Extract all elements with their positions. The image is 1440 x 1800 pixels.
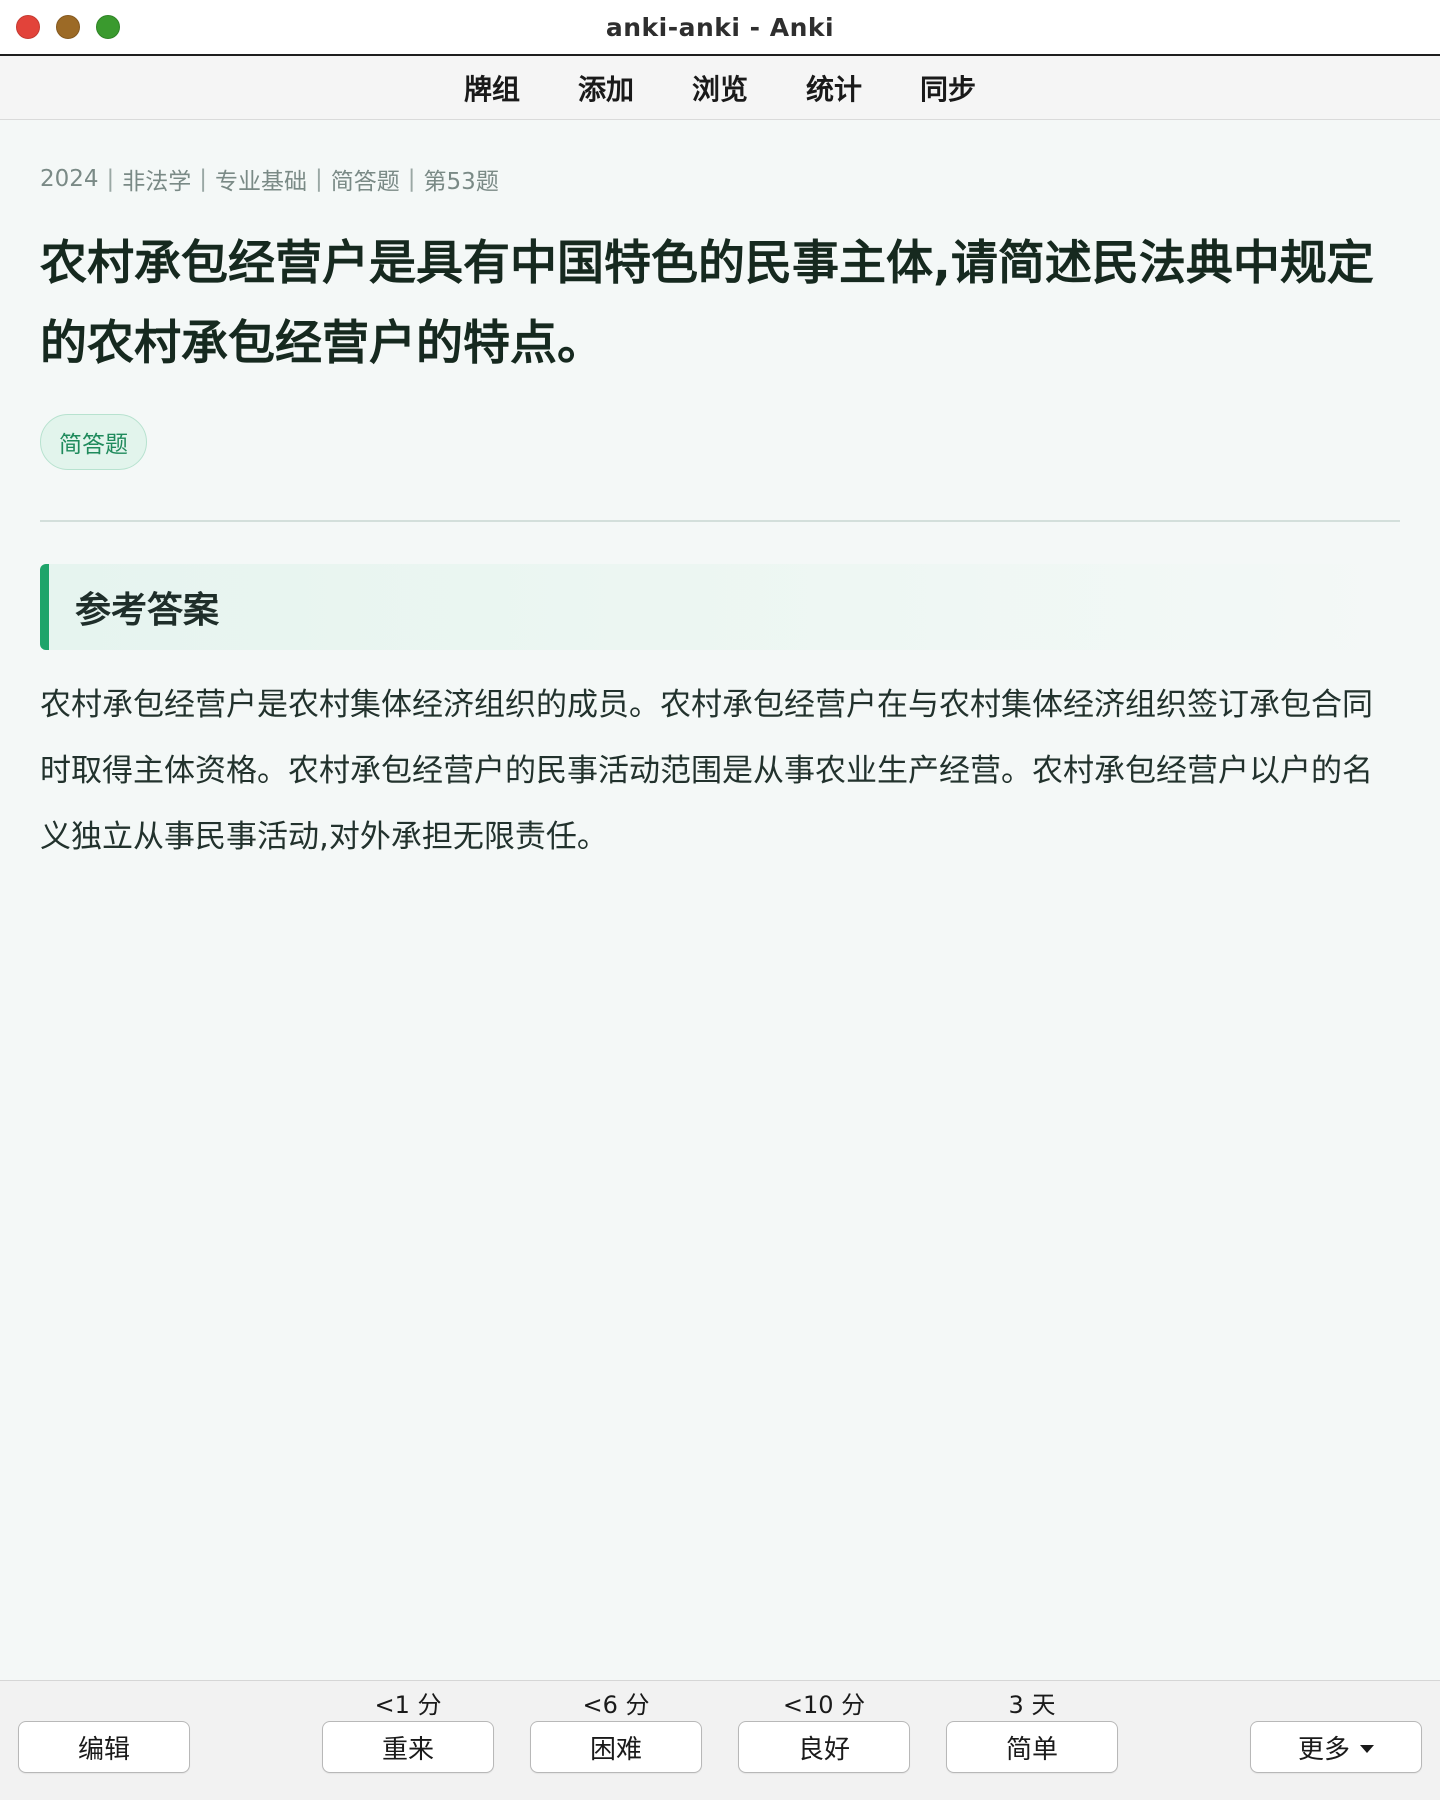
breadcrumb: 2024 | 非法学 | 专业基础 | 简答题 | 第53题 bbox=[40, 162, 1400, 196]
window-controls bbox=[16, 15, 120, 39]
breadcrumb-category: 非法学 bbox=[122, 169, 192, 195]
caret-down-icon bbox=[1360, 1745, 1374, 1753]
maximize-window-button[interactable] bbox=[96, 15, 120, 39]
breadcrumb-separator: | bbox=[315, 166, 323, 192]
breadcrumb-type: 简答题 bbox=[330, 169, 400, 195]
toolbar-stats[interactable]: 统计 bbox=[806, 68, 862, 108]
easy-interval: 3 天 bbox=[1008, 1691, 1056, 1719]
toolbar-sync[interactable]: 同步 bbox=[920, 68, 976, 108]
divider bbox=[40, 520, 1400, 522]
toolbar-decks[interactable]: 牌组 bbox=[464, 68, 520, 108]
card-content: 2024 | 非法学 | 专业基础 | 简答题 | 第53题 农村承包经营户是具… bbox=[40, 120, 1400, 870]
anki-window: anki-anki - Anki 牌组 添加 浏览 统计 同步 2024 | 非… bbox=[0, 0, 1440, 1800]
more-button[interactable]: 更多 bbox=[1250, 1721, 1422, 1773]
toolbar-add[interactable]: 添加 bbox=[578, 68, 634, 108]
title-bar: anki-anki - Anki bbox=[0, 0, 1440, 56]
good-button[interactable]: 良好 bbox=[738, 1721, 910, 1773]
easy-button[interactable]: 简单 bbox=[946, 1721, 1118, 1773]
again-button[interactable]: 重来 bbox=[322, 1721, 494, 1773]
hard-interval: <6 分 bbox=[582, 1691, 650, 1719]
more-button-label: 更多 bbox=[1297, 1734, 1350, 1765]
breadcrumb-separator: | bbox=[407, 166, 416, 192]
breadcrumb-number: 第53题 bbox=[423, 169, 499, 195]
answer-heading: 参考答案 bbox=[40, 564, 1400, 650]
question-type-tag: 简答题 bbox=[40, 414, 147, 470]
edit-button[interactable]: 编辑 bbox=[18, 1721, 190, 1773]
question-text: 农村承包经营户是具有中国特色的民事主体,请简述民法典中规定的农村承包经营户的特点… bbox=[40, 236, 1374, 371]
breadcrumb-separator: | bbox=[199, 166, 208, 192]
breadcrumb-year: 2024 bbox=[40, 166, 99, 192]
window-title: anki-anki - Anki bbox=[605, 12, 835, 42]
breadcrumb-subject: 专业基础 bbox=[215, 169, 308, 195]
breadcrumb-separator: | bbox=[106, 166, 115, 192]
main-toolbar: 牌组 添加 浏览 统计 同步 bbox=[0, 56, 1440, 120]
close-window-button[interactable] bbox=[16, 15, 40, 39]
review-bottom-bar: 编辑 <1 分 重来 <6 分 困难 <10 分 良好 3 天 简单 更多 bbox=[0, 1680, 1440, 1800]
good-interval: <10 分 bbox=[782, 1691, 866, 1719]
toolbar-browse[interactable]: 浏览 bbox=[692, 68, 748, 108]
hard-button[interactable]: 困难 bbox=[530, 1721, 702, 1773]
answer-text: 农村承包经营户是农村集体经济组织的成员。农村承包经营户在与农村集体经济组织签订承… bbox=[40, 687, 1373, 855]
again-interval: <1 分 bbox=[374, 1691, 442, 1719]
minimize-window-button[interactable] bbox=[56, 15, 80, 39]
